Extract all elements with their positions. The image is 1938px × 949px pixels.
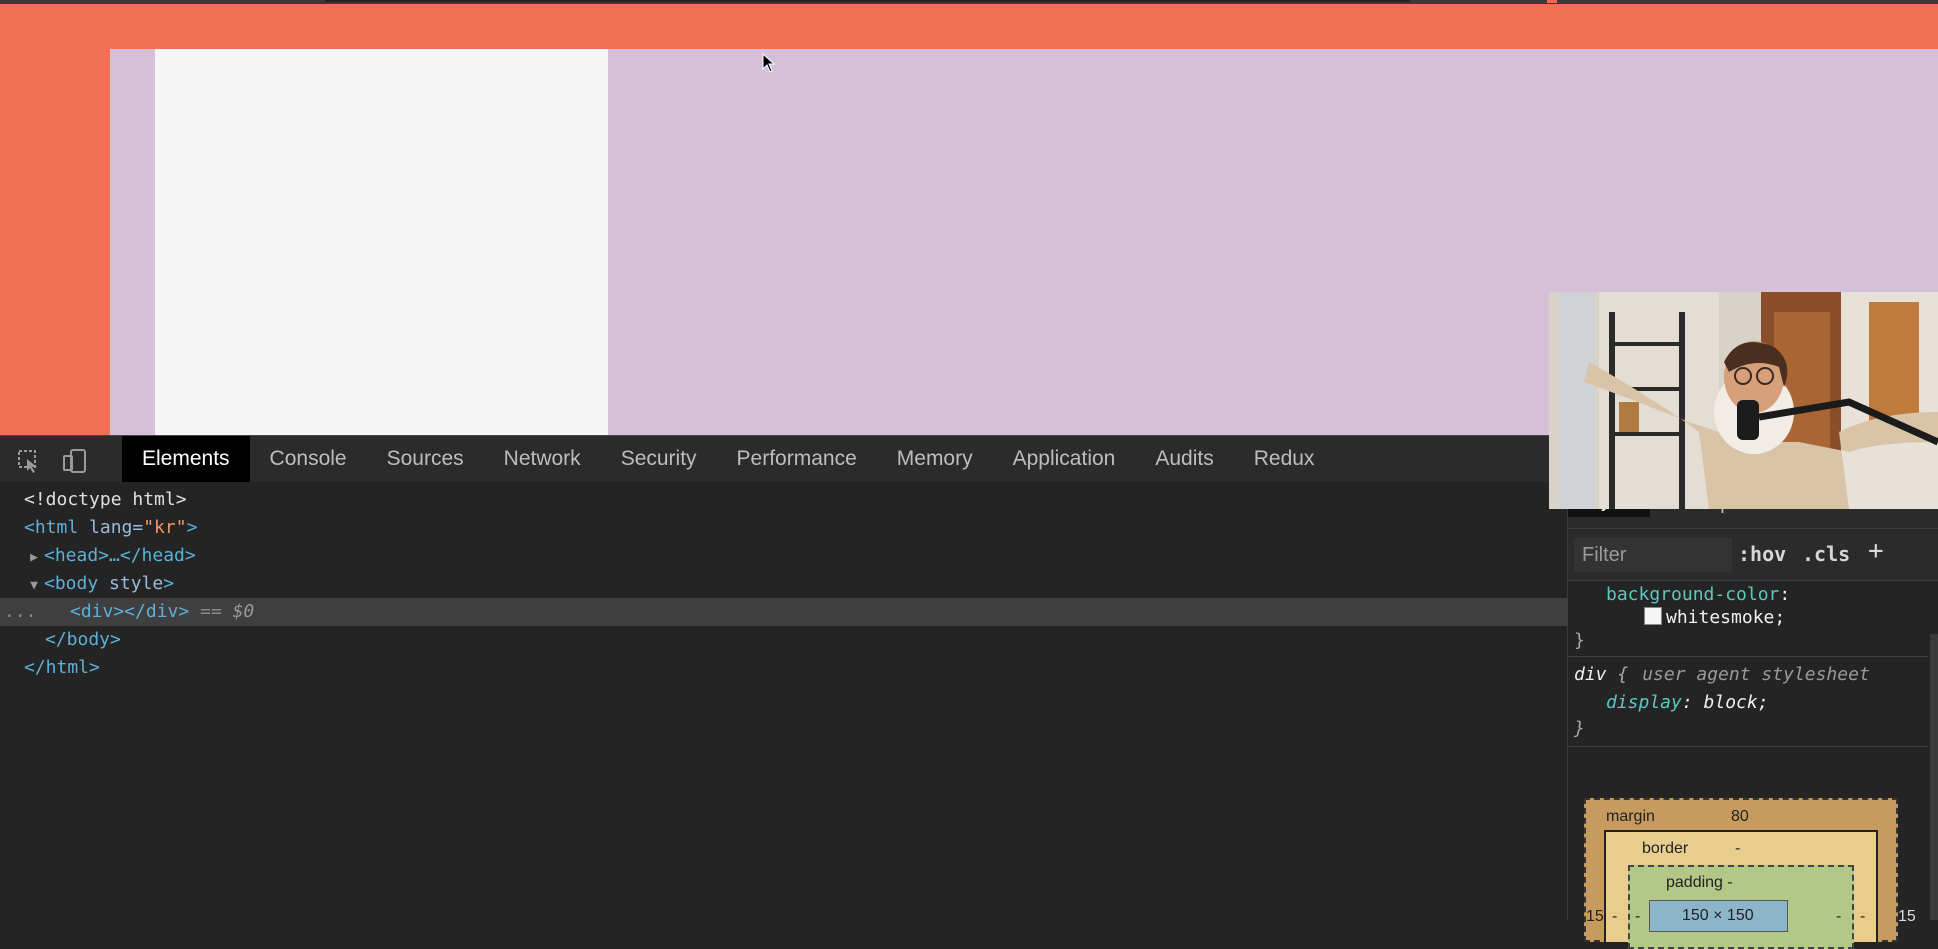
css-value: whitesmoke; — [1666, 607, 1786, 628]
div-tag: <div></div> — [70, 601, 190, 622]
rule-divider — [1568, 656, 1928, 657]
dom-body-close-line[interactable]: </body> — [0, 626, 1567, 654]
html-close-tag: </html> — [24, 657, 100, 678]
margin-value[interactable]: 80 — [1731, 808, 1749, 826]
css-colon: : — [1779, 584, 1791, 605]
top-strip-selection — [325, 0, 1410, 2]
dom-doctype-line[interactable]: <!doctype html> — [0, 486, 1567, 514]
margin-left-value[interactable]: 15 — [1586, 908, 1604, 926]
new-style-rule-icon[interactable]: + — [1868, 536, 1884, 566]
dom-body-line[interactable]: ▼ <body style> — [0, 570, 1567, 598]
hover-state-toggle[interactable]: :hov — [1738, 542, 1786, 566]
mouse-cursor-icon — [762, 53, 776, 73]
top-strip-marker — [1547, 0, 1557, 3]
body-close-tag: </body> — [45, 629, 121, 650]
css-prop-display: display: block; — [1606, 692, 1769, 713]
css-value-whitesmoke[interactable]: whitesmoke; — [1644, 607, 1785, 628]
device-toolbar-icon[interactable] — [62, 448, 88, 474]
body-open-tag: <body — [44, 573, 99, 594]
color-swatch-icon[interactable] — [1644, 607, 1662, 625]
expand-arrow-icon[interactable]: ▶ — [24, 544, 44, 572]
css-value: block; — [1703, 692, 1769, 713]
html-attr-name: lang= — [78, 517, 144, 538]
dom-head-line[interactable]: ▶ <head>…</head> — [0, 542, 1567, 570]
styles-scrollbar[interactable] — [1930, 634, 1938, 920]
tab-performance[interactable]: Performance — [717, 436, 877, 482]
tab-elements[interactable]: Elements — [122, 436, 250, 482]
doctype-text: <!doctype html> — [24, 489, 187, 510]
rule-divider — [1568, 746, 1928, 747]
tab-audits[interactable]: Audits — [1135, 436, 1233, 482]
tab-security[interactable]: Security — [601, 436, 717, 482]
webcam-overlay — [1549, 292, 1938, 509]
css-prop-name: background-color — [1606, 584, 1780, 605]
css-prop-name: display — [1606, 692, 1682, 713]
css-open-brace: { — [1606, 664, 1629, 685]
content-size[interactable]: 150 × 150 — [1682, 907, 1754, 925]
border-value[interactable]: - — [1735, 840, 1740, 858]
css-colon: : — [1681, 692, 1704, 713]
div-equals: == — [189, 601, 233, 622]
border-left-value[interactable]: - — [1612, 908, 1617, 926]
margin-label: margin — [1606, 808, 1655, 825]
html-attr-value: "kr" — [143, 517, 187, 538]
css-rule2-header: div { user agent stylesheet — [1574, 664, 1870, 685]
padding-label: padding - — [1666, 874, 1733, 891]
styles-filter-input[interactable] — [1574, 538, 1732, 572]
more-actions-icon[interactable]: ... — [0, 598, 70, 626]
body-attr-name: style — [98, 573, 164, 594]
border-label: border — [1642, 840, 1689, 857]
body-close-bracket: > — [163, 573, 175, 594]
div-console-ref: $0 — [232, 601, 255, 622]
tab-redux[interactable]: Redux — [1234, 436, 1335, 482]
devtools-tabs: Elements Console Sources Network Securit… — [122, 436, 1334, 482]
class-toggle[interactable]: .cls — [1802, 542, 1850, 566]
dom-html-line[interactable]: <html lang="kr"> — [0, 514, 1567, 542]
margin-right-value[interactable]: 15 — [1898, 908, 1916, 926]
css-rule-source: user agent stylesheet — [1642, 664, 1870, 685]
elements-dom-tree: <!doctype html> <html lang="kr"> ▶ <head>… — [0, 482, 1568, 920]
padding-left-value[interactable]: - — [1635, 908, 1640, 926]
inspect-element-icon[interactable] — [16, 448, 42, 474]
browser-top-strip — [0, 0, 1938, 4]
dom-html-close-line[interactable]: </html> — [0, 654, 1567, 682]
css-rule1-close: } — [1574, 630, 1585, 651]
div-element-area[interactable] — [155, 49, 608, 435]
html-open-tag: <html — [24, 517, 79, 538]
tab-memory[interactable]: Memory — [877, 436, 993, 482]
tab-application[interactable]: Application — [993, 436, 1136, 482]
tab-console[interactable]: Console — [250, 436, 367, 482]
border-right-value[interactable]: - — [1860, 908, 1865, 926]
styles-filter-bar: :hov .cls + — [1568, 530, 1938, 581]
css-prop-background-color[interactable]: background-color: — [1606, 584, 1790, 605]
css-rule2-close: } — [1574, 718, 1585, 739]
head-tag: <head>…</head> — [44, 545, 196, 566]
tab-network[interactable]: Network — [484, 436, 601, 482]
padding-right-value[interactable]: - — [1836, 908, 1841, 926]
tab-sources[interactable]: Sources — [367, 436, 484, 482]
html-close-bracket: > — [186, 517, 198, 538]
collapse-arrow-icon[interactable]: ▼ — [24, 572, 44, 600]
styles-sidebar: Styles Computed :hov .cls + background-c… — [1568, 482, 1938, 949]
css-selector: div — [1574, 664, 1607, 685]
dom-div-line[interactable]: ... <div></div> == $0 — [0, 598, 1567, 626]
